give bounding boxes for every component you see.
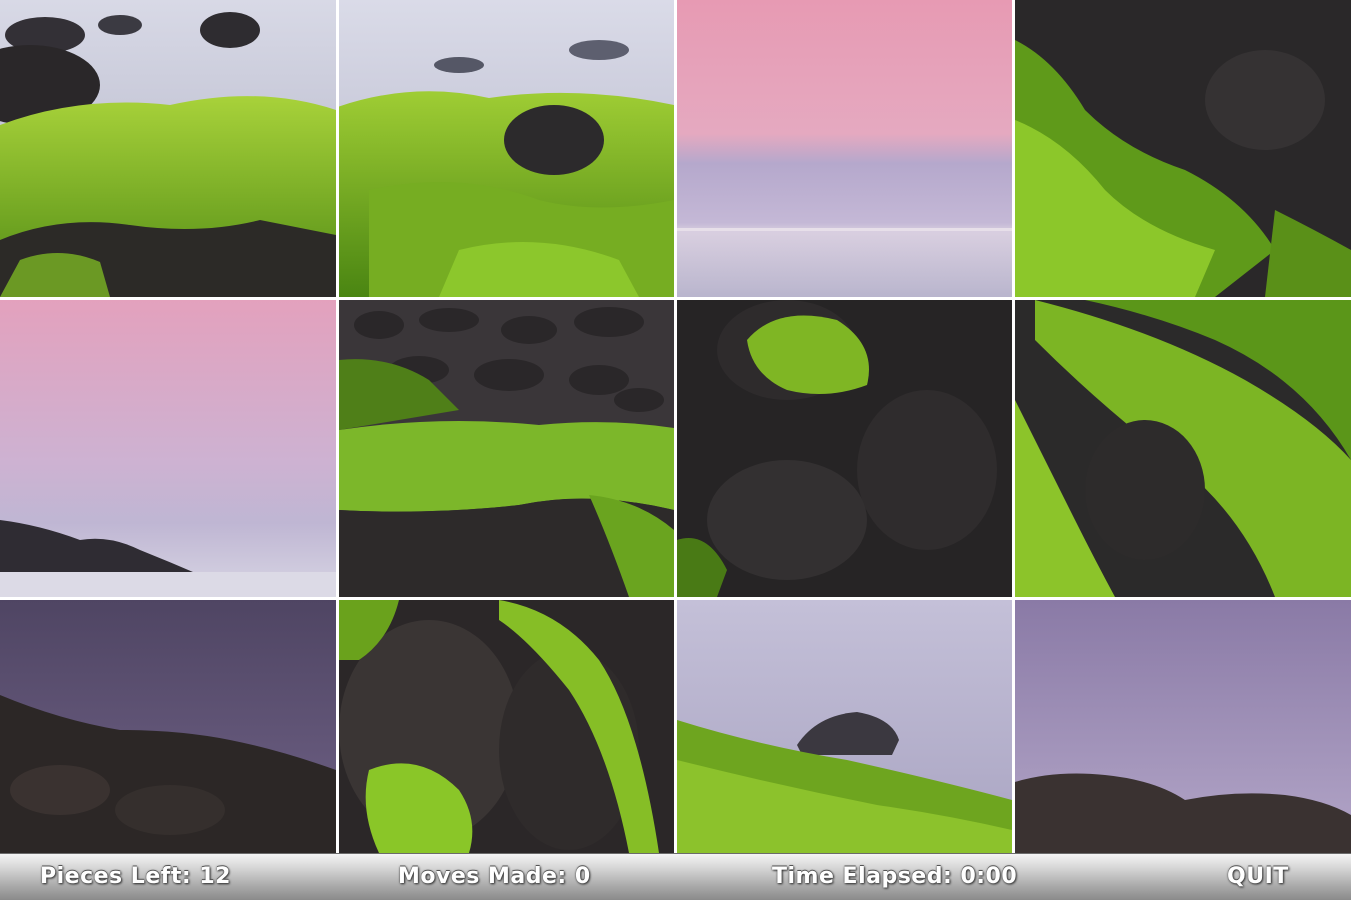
tile-r3c4[interactable] (1015, 600, 1351, 853)
tile-r2c3[interactable] (677, 300, 1012, 597)
pieces-left-label: Pieces Left: (40, 864, 192, 889)
tile-r2c2[interactable] (339, 300, 674, 597)
quit-button[interactable]: QUIT (1227, 864, 1289, 889)
tile-r2c1[interactable] (0, 300, 336, 597)
tile-r2c4[interactable] (1015, 300, 1351, 597)
pieces-left-value: 12 (199, 864, 231, 889)
tile-r1c3[interactable] (677, 0, 1012, 297)
status-bar: Pieces Left: 12 Moves Made: 0 Time Elaps… (0, 853, 1351, 900)
moves-made-value: 0 (574, 864, 591, 889)
puzzle-board (0, 0, 1351, 853)
moves-made-label: Moves Made: (398, 864, 567, 889)
moves-made-counter: Moves Made: 0 (398, 864, 591, 889)
tile-r1c1[interactable] (0, 0, 336, 297)
tile-r3c1[interactable] (0, 600, 336, 853)
tile-r1c2[interactable] (339, 0, 674, 297)
time-elapsed-value: 0:00 (960, 864, 1018, 889)
time-elapsed-counter: Time Elapsed: 0:00 (772, 864, 1017, 889)
tile-r3c3[interactable] (677, 600, 1012, 853)
time-elapsed-label: Time Elapsed: (772, 864, 953, 889)
tile-r3c2[interactable] (339, 600, 674, 853)
tile-r1c4[interactable] (1015, 0, 1351, 297)
pieces-left-counter: Pieces Left: 12 (40, 864, 231, 889)
